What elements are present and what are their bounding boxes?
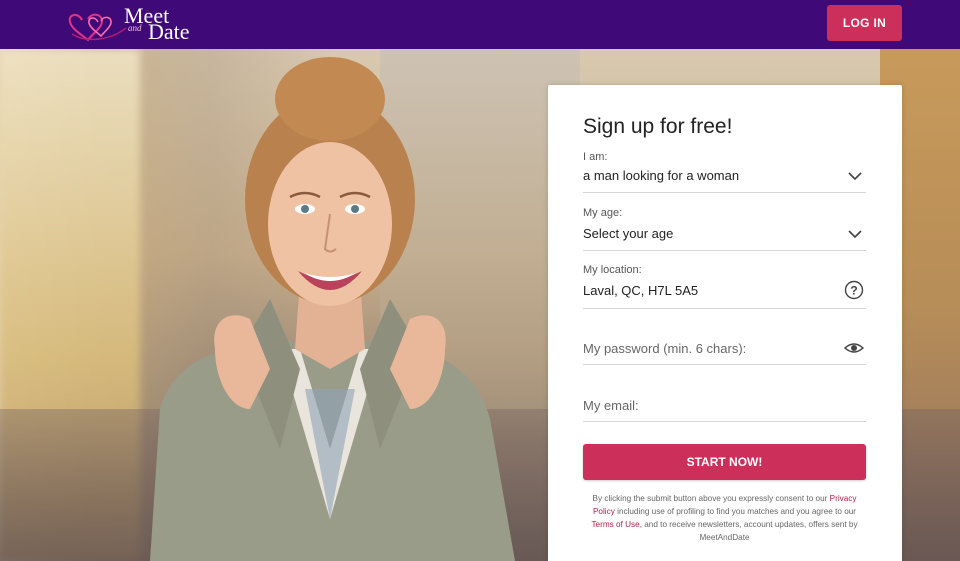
password-placeholder: My password (min. 6 chars):: [583, 341, 747, 356]
password-field[interactable]: My password (min. 6 chars):: [583, 321, 866, 365]
chevron-down-icon: [848, 230, 862, 239]
question-circle-icon[interactable]: ?: [844, 280, 864, 300]
location-field[interactable]: My location: Laval, QC, H7L 5A5 ?: [583, 263, 866, 309]
logo-and-text: and: [128, 23, 142, 33]
location-value: Laval, QC, H7L 5A5: [583, 283, 699, 298]
iam-select[interactable]: I am: a man looking for a woman: [583, 147, 866, 193]
email-placeholder: My email:: [583, 398, 639, 413]
eye-icon[interactable]: [844, 338, 864, 358]
age-value: Select your age: [583, 226, 674, 241]
logo-date-text: Date: [148, 19, 190, 44]
disclaimer-text-2: including use of profiling to find you m…: [614, 507, 857, 516]
email-field[interactable]: My email:: [583, 377, 866, 422]
iam-value: a man looking for a woman: [583, 168, 740, 183]
signup-form: Sign up for free! I am: a man looking fo…: [548, 85, 902, 561]
hero-woman-photo: [150, 57, 515, 561]
top-bar: Meet and Date LOG IN: [0, 0, 960, 49]
terms-of-use-link[interactable]: Terms of Use: [591, 520, 639, 529]
age-select[interactable]: My age: Select your age: [583, 205, 866, 251]
login-button[interactable]: LOG IN: [827, 5, 902, 41]
age-label: My age:: [583, 207, 623, 219]
svg-text:?: ?: [850, 284, 857, 298]
site-logo[interactable]: Meet and Date: [68, 2, 208, 46]
signup-title: Sign up for free!: [583, 115, 733, 138]
location-label: My location:: [583, 264, 642, 276]
disclaimer-text-1: By clicking the submit button above you …: [592, 494, 830, 503]
chevron-down-icon: [848, 172, 862, 181]
hearts-logo-icon: [68, 13, 127, 42]
start-now-button[interactable]: START NOW!: [583, 444, 866, 480]
iam-label: I am:: [583, 151, 608, 163]
disclaimer-text-3: , and to receive newsletters, account up…: [639, 520, 858, 542]
consent-disclaimer: By clicking the submit button above you …: [583, 492, 866, 544]
